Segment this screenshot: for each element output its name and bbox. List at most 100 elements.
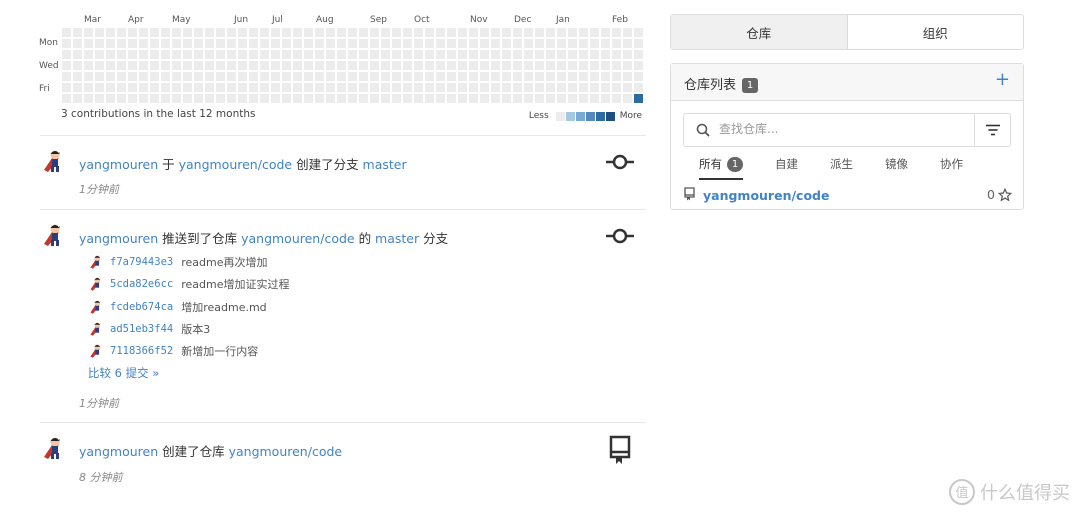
heatmap-cell[interactable] (216, 28, 225, 37)
heatmap-cell[interactable] (84, 94, 93, 103)
heatmap-cell[interactable] (62, 61, 71, 70)
heatmap-cell[interactable] (513, 72, 522, 81)
heatmap-cell[interactable] (326, 28, 335, 37)
heatmap-cell[interactable] (491, 61, 500, 70)
heatmap-cell[interactable] (557, 39, 566, 48)
heatmap-cell[interactable] (238, 72, 247, 81)
heatmap-cell[interactable] (480, 28, 489, 37)
heatmap-cell[interactable] (392, 50, 401, 59)
heatmap-cell[interactable] (359, 39, 368, 48)
heatmap-cell[interactable] (282, 61, 291, 70)
heatmap-cell[interactable] (348, 28, 357, 37)
heatmap-cell[interactable] (73, 94, 82, 103)
heatmap-cell[interactable] (370, 83, 379, 92)
heatmap-cell[interactable] (304, 83, 313, 92)
heatmap-cell[interactable] (117, 28, 126, 37)
heatmap-cell[interactable] (227, 61, 236, 70)
heatmap-cell[interactable] (117, 61, 126, 70)
heatmap-cell[interactable] (161, 94, 170, 103)
heatmap-cell[interactable] (634, 72, 643, 81)
heatmap-cell[interactable] (95, 61, 104, 70)
heatmap-cell[interactable] (282, 39, 291, 48)
heatmap-cell[interactable] (172, 28, 181, 37)
heatmap-cell[interactable] (172, 50, 181, 59)
heatmap-cell[interactable] (216, 50, 225, 59)
heatmap-cell[interactable] (337, 72, 346, 81)
heatmap-cell[interactable] (557, 83, 566, 92)
heatmap-cell[interactable] (425, 61, 434, 70)
heatmap-cell[interactable] (183, 28, 192, 37)
heatmap-cell[interactable] (172, 39, 181, 48)
heatmap-cell[interactable] (73, 72, 82, 81)
heatmap-cell[interactable] (403, 28, 412, 37)
heatmap-cell[interactable] (205, 50, 214, 59)
heatmap-cell[interactable] (524, 94, 533, 103)
heatmap-cell[interactable] (425, 28, 434, 37)
repo-search-input[interactable] (717, 121, 971, 137)
heatmap-cell[interactable] (117, 50, 126, 59)
heatmap-cell[interactable] (337, 61, 346, 70)
heatmap-cell[interactable] (117, 94, 126, 103)
heatmap-cell[interactable] (425, 94, 434, 103)
heatmap-cell[interactable] (414, 50, 423, 59)
heatmap-cell[interactable] (293, 39, 302, 48)
user-avatar-icon[interactable] (88, 321, 104, 337)
heatmap-cell[interactable] (84, 50, 93, 59)
heatmap-cell[interactable] (623, 61, 632, 70)
heatmap-cell[interactable] (271, 94, 280, 103)
heatmap-cell[interactable] (139, 94, 148, 103)
heatmap-cell[interactable] (282, 83, 291, 92)
heatmap-cell[interactable] (260, 50, 269, 59)
filter-tab-owned[interactable]: 自建 (775, 156, 798, 180)
heatmap-cell[interactable] (205, 61, 214, 70)
heatmap-cell[interactable] (381, 72, 390, 81)
heatmap-cell[interactable] (84, 28, 93, 37)
heatmap-cell[interactable] (436, 72, 445, 81)
heatmap-cell[interactable] (535, 28, 544, 37)
heatmap-cell[interactable] (546, 94, 555, 103)
heatmap-cell[interactable] (271, 28, 280, 37)
heatmap-cell[interactable] (568, 28, 577, 37)
heatmap-cell[interactable] (249, 72, 258, 81)
heatmap-cell[interactable] (436, 83, 445, 92)
heatmap-cell[interactable] (513, 39, 522, 48)
heatmap-cell[interactable] (590, 83, 599, 92)
heatmap-cell[interactable] (381, 83, 390, 92)
heatmap-cell[interactable] (447, 72, 456, 81)
heatmap-cell[interactable] (425, 72, 434, 81)
heatmap-cell[interactable] (359, 50, 368, 59)
heatmap-cell[interactable] (73, 28, 82, 37)
heatmap-cell[interactable] (458, 50, 467, 59)
heatmap-cell[interactable] (546, 72, 555, 81)
heatmap-cell[interactable] (436, 61, 445, 70)
heatmap-cell[interactable] (370, 39, 379, 48)
heatmap-cell[interactable] (106, 39, 115, 48)
heatmap-cell[interactable] (315, 94, 324, 103)
heatmap-cell[interactable] (238, 61, 247, 70)
heatmap-cell[interactable] (524, 50, 533, 59)
heatmap-cell[interactable] (161, 39, 170, 48)
heatmap-cell[interactable] (502, 50, 511, 59)
heatmap-cell[interactable] (205, 72, 214, 81)
heatmap-cell[interactable] (282, 28, 291, 37)
heatmap-cell[interactable] (513, 50, 522, 59)
heatmap-cell[interactable] (634, 28, 643, 37)
heatmap-cell[interactable] (139, 50, 148, 59)
heatmap-cell[interactable] (601, 28, 610, 37)
heatmap-cell[interactable] (271, 50, 280, 59)
heatmap-cell[interactable] (546, 39, 555, 48)
filter-tab-mirrors[interactable]: 镜像 (885, 156, 908, 180)
heatmap-cell[interactable] (194, 61, 203, 70)
heatmap-cell[interactable] (381, 39, 390, 48)
commit-sha-link[interactable]: fcdeb674ca (110, 301, 173, 313)
heatmap-cell[interactable] (249, 50, 258, 59)
heatmap-cell[interactable] (447, 83, 456, 92)
heatmap-cell[interactable] (271, 39, 280, 48)
heatmap-cell[interactable] (139, 39, 148, 48)
heatmap-cell[interactable] (513, 28, 522, 37)
heatmap-cell[interactable] (238, 28, 247, 37)
heatmap-cell[interactable] (502, 39, 511, 48)
heatmap-cell[interactable] (469, 83, 478, 92)
heatmap-cell[interactable] (73, 39, 82, 48)
heatmap-cell[interactable] (557, 50, 566, 59)
